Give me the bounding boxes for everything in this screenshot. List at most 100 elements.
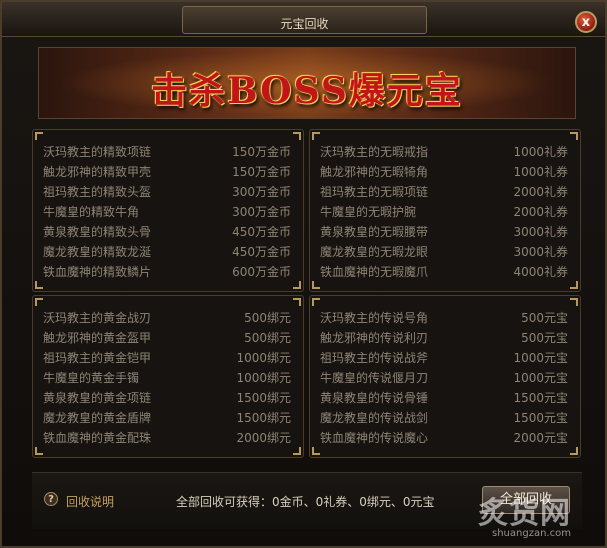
corner-ornament: [312, 281, 320, 289]
item-name: 祖玛教主的传说战斧: [320, 351, 429, 365]
item-name: 魔龙教皇的精致龙涎: [43, 245, 152, 259]
item-value: 150万金币: [232, 165, 291, 179]
list-item: 牛魔皇的精致牛角 300万金币: [33, 200, 303, 220]
total-reward-text: 全部回收可获得：0金币、0礼券、0绑元、0元宝: [176, 495, 435, 509]
item-value: 2000元宝: [513, 431, 568, 445]
item-value: 1500元宝: [513, 411, 568, 425]
item-name: 魔龙教皇的无暇龙眼: [320, 245, 429, 259]
list-item: 触龙邪神的传说利刃 500元宝: [310, 326, 580, 346]
list-item: 魔龙教皇的无暇龙眼 3000礼券: [310, 240, 580, 260]
item-name: 触龙邪神的传说利刃: [320, 331, 429, 345]
list-item: 祖玛教主的无暇项链 2000礼券: [310, 180, 580, 200]
item-name: 黄泉教皇的无暇腰带: [320, 225, 429, 239]
item-name: 黄泉教皇的黄金项链: [43, 391, 152, 405]
item-name: 铁血魔神的传说魔心: [320, 431, 429, 445]
close-button[interactable]: x: [575, 11, 597, 33]
close-icon: x: [581, 14, 591, 30]
panel-legendary-items: 沃玛教主的传说号角 500元宝 触龙邪神的传说利刃 500元宝 祖玛教主的传说战斧 1…: [309, 295, 581, 458]
corner-ornament: [312, 298, 320, 306]
item-value: 300万金币: [232, 205, 291, 219]
item-value: 2000礼券: [513, 185, 568, 199]
list-item: 沃玛教主的精致项链 150万金币: [33, 140, 303, 160]
item-value: 3000礼券: [513, 225, 568, 239]
item-value: 2000绑元: [236, 431, 291, 445]
panel-flawless-items: 沃玛教主的无暇戒指 1000礼券 触龙邪神的无暇犄角 1000礼券 祖玛教主的无暇项…: [309, 129, 581, 292]
list-item: 沃玛教主的传说号角 500元宝: [310, 306, 580, 326]
list-item: 铁血魔神的黄金配珠 2000绑元: [33, 426, 303, 446]
item-name: 沃玛教主的传说号角: [320, 311, 429, 325]
item-value: 1500元宝: [513, 391, 568, 405]
corner-ornament: [35, 281, 43, 289]
corner-ornament: [312, 132, 320, 140]
panel-refined-items: 沃玛教主的精致项链 150万金币 触龙邪神的精致甲壳 150万金币 祖玛教主的精致头…: [32, 129, 304, 292]
item-value: 1000绑元: [236, 351, 291, 365]
item-name: 魔龙教皇的黄金盾牌: [43, 411, 152, 425]
corner-ornament: [35, 132, 43, 140]
list-item: 触龙邪神的无暇犄角 1000礼券: [310, 160, 580, 180]
item-name: 祖玛教主的黄金铠甲: [43, 351, 152, 365]
list-item: 祖玛教主的传说战斧 1000元宝: [310, 346, 580, 366]
item-value: 450万金币: [232, 225, 291, 239]
item-name: 黄泉教皇的传说骨锤: [320, 391, 429, 405]
item-name: 铁血魔神的黄金配珠: [43, 431, 152, 445]
window-title: 元宝回收: [280, 17, 329, 31]
list-item: 铁血魔神的传说魔心 2000元宝: [310, 426, 580, 446]
corner-ornament: [293, 447, 301, 455]
corner-ornament: [35, 298, 43, 306]
recycle-all-button[interactable]: 全部回收: [482, 486, 570, 514]
item-value: 600万金币: [232, 265, 291, 279]
list-item: 铁血魔神的无暇魔爪 4000礼券: [310, 260, 580, 280]
list-item: 祖玛教主的精致头盔 300万金币: [33, 180, 303, 200]
item-name: 牛魔皇的黄金手镯: [43, 371, 140, 385]
corner-ornament: [312, 447, 320, 455]
item-value: 1500绑元: [236, 391, 291, 405]
banner-title: 击杀BOSS爆元宝: [151, 70, 463, 112]
item-name: 魔龙教皇的传说战剑: [320, 411, 429, 425]
footer-bar: ? 回收说明 全部回收可获得：0金币、0礼券、0绑元、0元宝 全部回收: [32, 472, 582, 529]
item-name: 黄泉教皇的精致头骨: [43, 225, 152, 239]
banner: 击杀BOSS爆元宝: [38, 47, 576, 119]
item-value: 1500绑元: [236, 411, 291, 425]
item-name: 触龙邪神的精致甲壳: [43, 165, 152, 179]
item-value: 1000礼券: [513, 165, 568, 179]
item-name: 沃玛教主的无暇戒指: [320, 145, 429, 159]
list-item: 牛魔皇的传说偃月刀 1000元宝: [310, 366, 580, 386]
corner-ornament: [570, 447, 578, 455]
corner-ornament: [293, 281, 301, 289]
item-value: 450万金币: [232, 245, 291, 259]
list-item: 牛魔皇的无暇护腕 2000礼券: [310, 200, 580, 220]
item-value: 4000礼券: [513, 265, 568, 279]
list-item: 魔龙教皇的黄金盾牌 1500绑元: [33, 406, 303, 426]
item-value: 1000礼券: [513, 145, 568, 159]
recycle-help-link[interactable]: 回收说明: [66, 493, 114, 510]
list-item: 铁血魔神的精致鳞片 600万金币: [33, 260, 303, 280]
item-name: 牛魔皇的精致牛角: [43, 205, 140, 219]
item-name: 铁血魔神的无暇魔爪: [320, 265, 429, 279]
list-item: 黄泉教皇的传说骨锤 1500元宝: [310, 386, 580, 406]
corner-ornament: [570, 281, 578, 289]
title-bar: 元宝回收 x: [2, 2, 605, 37]
list-item: 牛魔皇的黄金手镯 1000绑元: [33, 366, 303, 386]
corner-ornament: [570, 298, 578, 306]
item-value: 500绑元: [244, 331, 291, 345]
item-name: 祖玛教主的精致头盔: [43, 185, 152, 199]
item-value: 500元宝: [521, 331, 568, 345]
item-name: 牛魔皇的传说偃月刀: [320, 371, 429, 385]
item-value: 1000元宝: [513, 371, 568, 385]
item-name: 祖玛教主的无暇项链: [320, 185, 429, 199]
item-name: 触龙邪神的黄金盔甲: [43, 331, 152, 345]
panel-golden-items: 沃玛教主的黄金战刃 500绑元 触龙邪神的黄金盔甲 500绑元 祖玛教主的黄金铠甲 1…: [32, 295, 304, 458]
item-name: 铁血魔神的精致鳞片: [43, 265, 152, 279]
item-value: 2000礼券: [513, 205, 568, 219]
item-value: 500元宝: [521, 311, 568, 325]
corner-ornament: [293, 132, 301, 140]
list-item: 触龙邪神的精致甲壳 150万金币: [33, 160, 303, 180]
recycle-window: 元宝回收 x 击杀BOSS爆元宝 沃玛教主的精致项链 150万金币 触龙邪神的精致…: [0, 0, 607, 548]
help-icon[interactable]: ?: [44, 492, 58, 506]
item-name: 触龙邪神的无暇犄角: [320, 165, 429, 179]
item-value: 150万金币: [232, 145, 291, 159]
corner-ornament: [35, 447, 43, 455]
list-item: 黄泉教皇的精致头骨 450万金币: [33, 220, 303, 240]
corner-ornament: [570, 132, 578, 140]
list-item: 触龙邪神的黄金盔甲 500绑元: [33, 326, 303, 346]
